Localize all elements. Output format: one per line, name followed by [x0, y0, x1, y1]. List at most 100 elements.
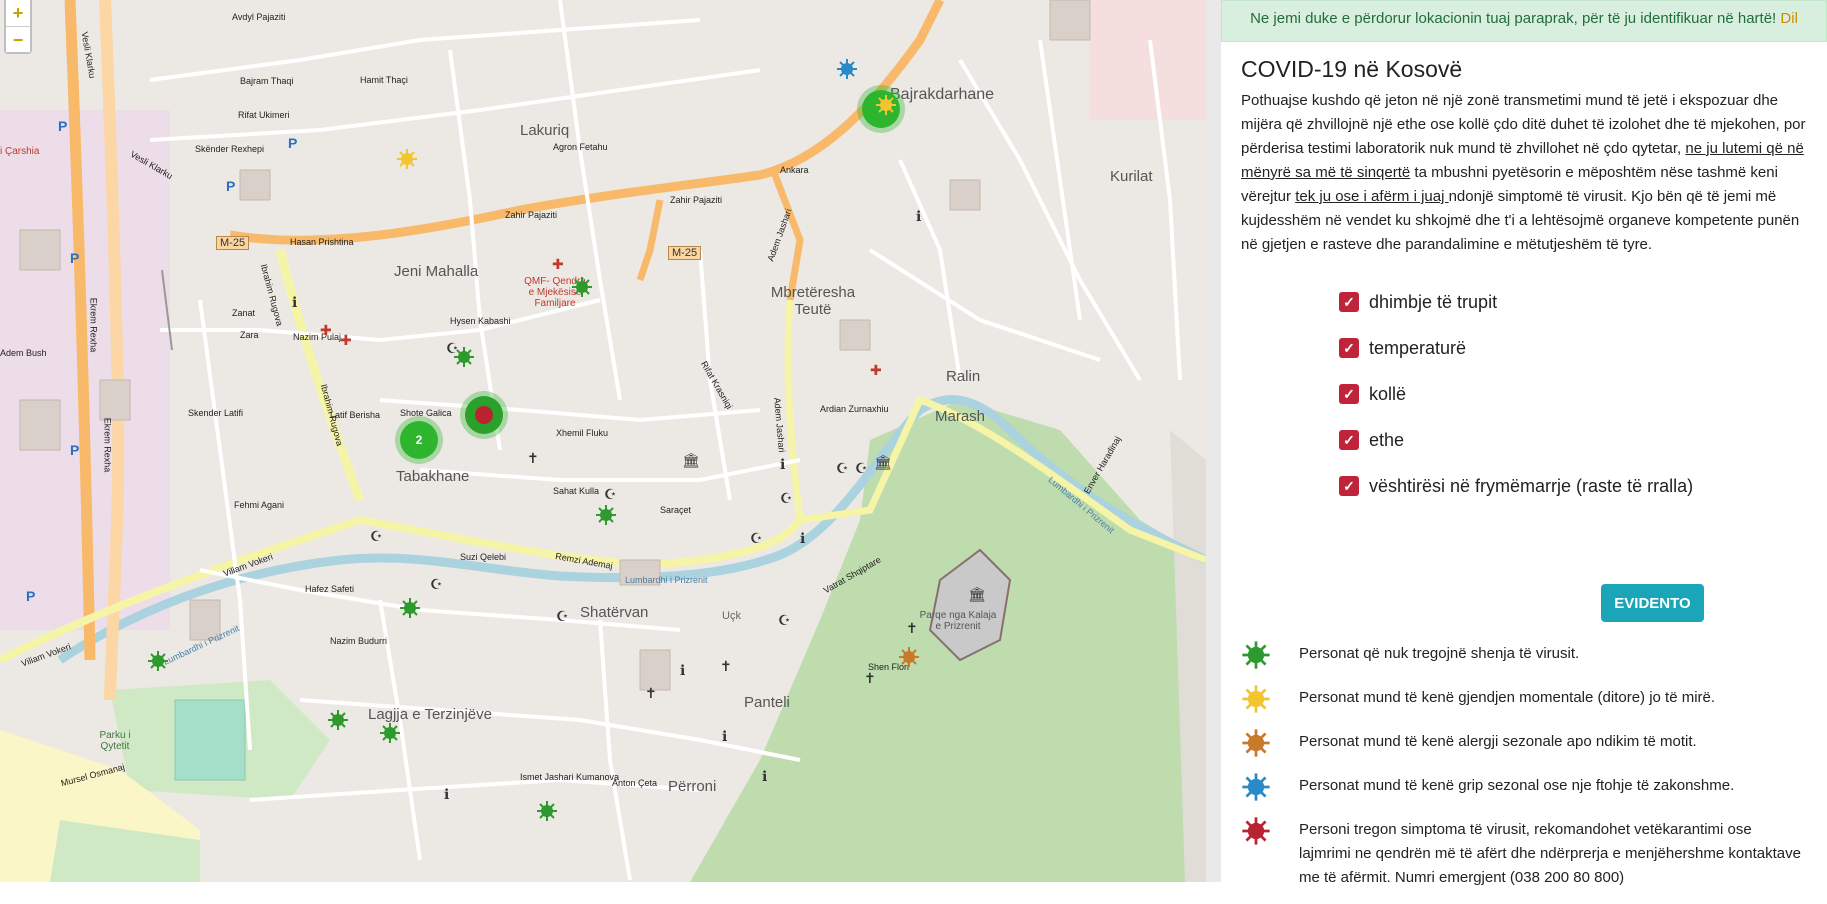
church-icon: ✝	[720, 658, 732, 674]
map-label: Bajram Thaqi	[240, 76, 294, 86]
map-label: Ardian Zurnaxhiu	[820, 404, 889, 414]
user-location-marker[interactable]	[465, 396, 503, 434]
symptom-checkbox[interactable]: ✓ ethe	[1339, 417, 1827, 463]
page-title: COVID-19 në Kosovë	[1241, 56, 1463, 82]
map-label: Panteli	[744, 694, 790, 711]
zoom-out-button[interactable]: −	[6, 26, 30, 52]
legend-text: Personat mund të kenë gjendjen momentale…	[1299, 689, 1716, 706]
info-icon: ℹ	[444, 786, 450, 802]
info-icon: ℹ	[722, 728, 728, 744]
mosque-icon: ☪	[430, 576, 443, 592]
symptom-checkbox[interactable]: ✓ dhimbje të trupit	[1339, 279, 1827, 325]
info-icon: ℹ	[292, 294, 298, 310]
mosque-icon: ☪	[604, 486, 617, 502]
hospital-icon[interactable]: ✚	[870, 362, 882, 379]
map-label: Anton Çeta	[612, 778, 658, 788]
symptom-checkbox[interactable]: ✓ temperaturë	[1339, 325, 1827, 371]
parking-icon: P	[226, 178, 236, 194]
virus-marker-green-icon[interactable]	[399, 597, 421, 619]
map-label: Saraçet	[660, 505, 692, 515]
road-shield: M-25	[216, 236, 250, 250]
virus-marker-green-icon[interactable]	[571, 276, 593, 298]
symptom-label: vështirësi në frymëmarrje (raste të rral…	[1369, 475, 1694, 496]
info-icon: ℹ	[680, 662, 686, 678]
hospital-icon[interactable]: ✚	[320, 322, 332, 339]
symptom-label: dhimbje të trupit	[1369, 291, 1498, 312]
map-label: Zanat	[232, 308, 256, 318]
panel-divider	[1206, 0, 1221, 882]
symptom-label: kollë	[1369, 383, 1407, 404]
road-shield: M-25	[668, 246, 702, 260]
info-icon: ℹ	[780, 456, 786, 472]
legend-item: Personi tregon simptoma të virusit, reko…	[1241, 816, 1801, 890]
checkbox-checked-icon[interactable]: ✓	[1339, 430, 1359, 450]
map-label: Hamit Thaçi	[360, 75, 408, 85]
map-label: Fehmi Agani	[234, 500, 285, 510]
map-label: Adem Bush	[0, 348, 47, 358]
info-icon: ℹ	[916, 208, 922, 224]
map-label: Shote Galica	[400, 408, 452, 418]
exit-link[interactable]: Dil	[1780, 10, 1798, 27]
map-label: Latif Berisha	[330, 410, 381, 420]
cluster-marker[interactable]: 2	[400, 421, 438, 459]
legend-text: Personat mund të kenë grip sezonal ose n…	[1299, 777, 1735, 794]
map-label: Lakuriq	[520, 122, 570, 139]
virus-marker-orange-icon[interactable]	[898, 646, 920, 668]
map-label: Ankara	[780, 165, 809, 175]
map-label: Hafez Safeti	[305, 584, 355, 594]
map[interactable]: + − Avdyl Pajaziti Bajram Thaqi Hamit Th…	[0, 0, 1206, 882]
checkbox-checked-icon[interactable]: ✓	[1339, 338, 1359, 358]
map-label: Agron Fetahu	[553, 142, 608, 152]
zoom-control: + −	[4, 0, 32, 54]
map-label: Parku i Qytetit	[99, 730, 131, 752]
info-icon: ℹ	[762, 768, 768, 784]
virus-marker-blue-icon[interactable]	[836, 58, 858, 80]
legend-item: Personat që nuk tregojnë shenja të virus…	[1241, 640, 1801, 670]
checkbox-checked-icon[interactable]: ✓	[1339, 292, 1359, 312]
map-tiles	[0, 0, 1206, 882]
virus-marker-green-icon[interactable]	[379, 722, 401, 744]
map-label: Nazim Budurri	[330, 636, 388, 646]
map-label: i Çarshia	[0, 146, 40, 157]
symptom-checkbox[interactable]: ✓ vështirësi në frymëmarrje (raste të rra…	[1339, 463, 1827, 509]
parking-icon: P	[70, 442, 80, 458]
virus-marker-green-icon[interactable]	[453, 346, 475, 368]
virus-marker-green-icon[interactable]	[147, 650, 169, 672]
hospital-icon[interactable]: ✚	[552, 256, 564, 273]
virus-marker-yellow-icon[interactable]	[396, 148, 418, 170]
submit-button[interactable]: EVIDENTO	[1601, 584, 1704, 622]
map-label: Zara	[240, 330, 259, 340]
hospital-icon[interactable]: ✚	[340, 332, 352, 349]
map-label: Xhemil Fluku	[556, 428, 609, 438]
map-label: Nazim Pulaj	[293, 332, 342, 342]
parking-icon: P	[288, 135, 298, 151]
zoom-in-button[interactable]: +	[6, 0, 30, 26]
symptom-label: temperaturë	[1369, 337, 1467, 358]
virus-marker-green-icon[interactable]	[595, 504, 617, 526]
virus-marker-green-icon[interactable]	[536, 800, 558, 822]
church-icon: ✝	[906, 620, 918, 636]
virus-marker-green-icon[interactable]	[327, 709, 349, 731]
symptom-checkbox[interactable]: ✓ kollë	[1339, 371, 1827, 417]
museum-icon: 🏛	[968, 586, 986, 602]
legend-item: Personat mund të kenë alergji sezonale a…	[1241, 728, 1801, 758]
checkbox-checked-icon[interactable]: ✓	[1339, 384, 1359, 404]
map-label: Përroni	[668, 778, 717, 795]
mosque-icon: ☪	[370, 528, 383, 544]
parking-icon: P	[26, 588, 36, 604]
museum-icon: 🏛	[682, 452, 700, 468]
legend-item: Personat mund të kenë grip sezonal ose n…	[1241, 772, 1801, 802]
mosque-icon: ☪	[778, 612, 791, 628]
side-panel: Ne jemi duke e përdorur lokacionin tuaj …	[1221, 0, 1827, 886]
map-label: Mbretëresha Teutë	[770, 284, 856, 318]
legend-text: Personat që nuk tregojnë shenja të virus…	[1299, 645, 1580, 662]
legend-item: Personat mund të kenë gjendjen momentale…	[1241, 684, 1801, 714]
virus-marker-yellow-icon[interactable]	[875, 94, 897, 116]
virus-yellow-icon	[1242, 685, 1270, 713]
checkbox-checked-icon[interactable]: ✓	[1339, 476, 1359, 496]
legend-text: Personi tregon simptoma të virusit, reko…	[1299, 821, 1801, 886]
map-label: Skender Latifi	[188, 408, 244, 418]
symptom-label: ethe	[1369, 429, 1405, 450]
map-label: Skënder Rexhepi	[195, 144, 265, 154]
symptom-checklist: ✓ dhimbje të trupit ✓ temperaturë ✓ kollë ✓…	[1339, 279, 1827, 509]
